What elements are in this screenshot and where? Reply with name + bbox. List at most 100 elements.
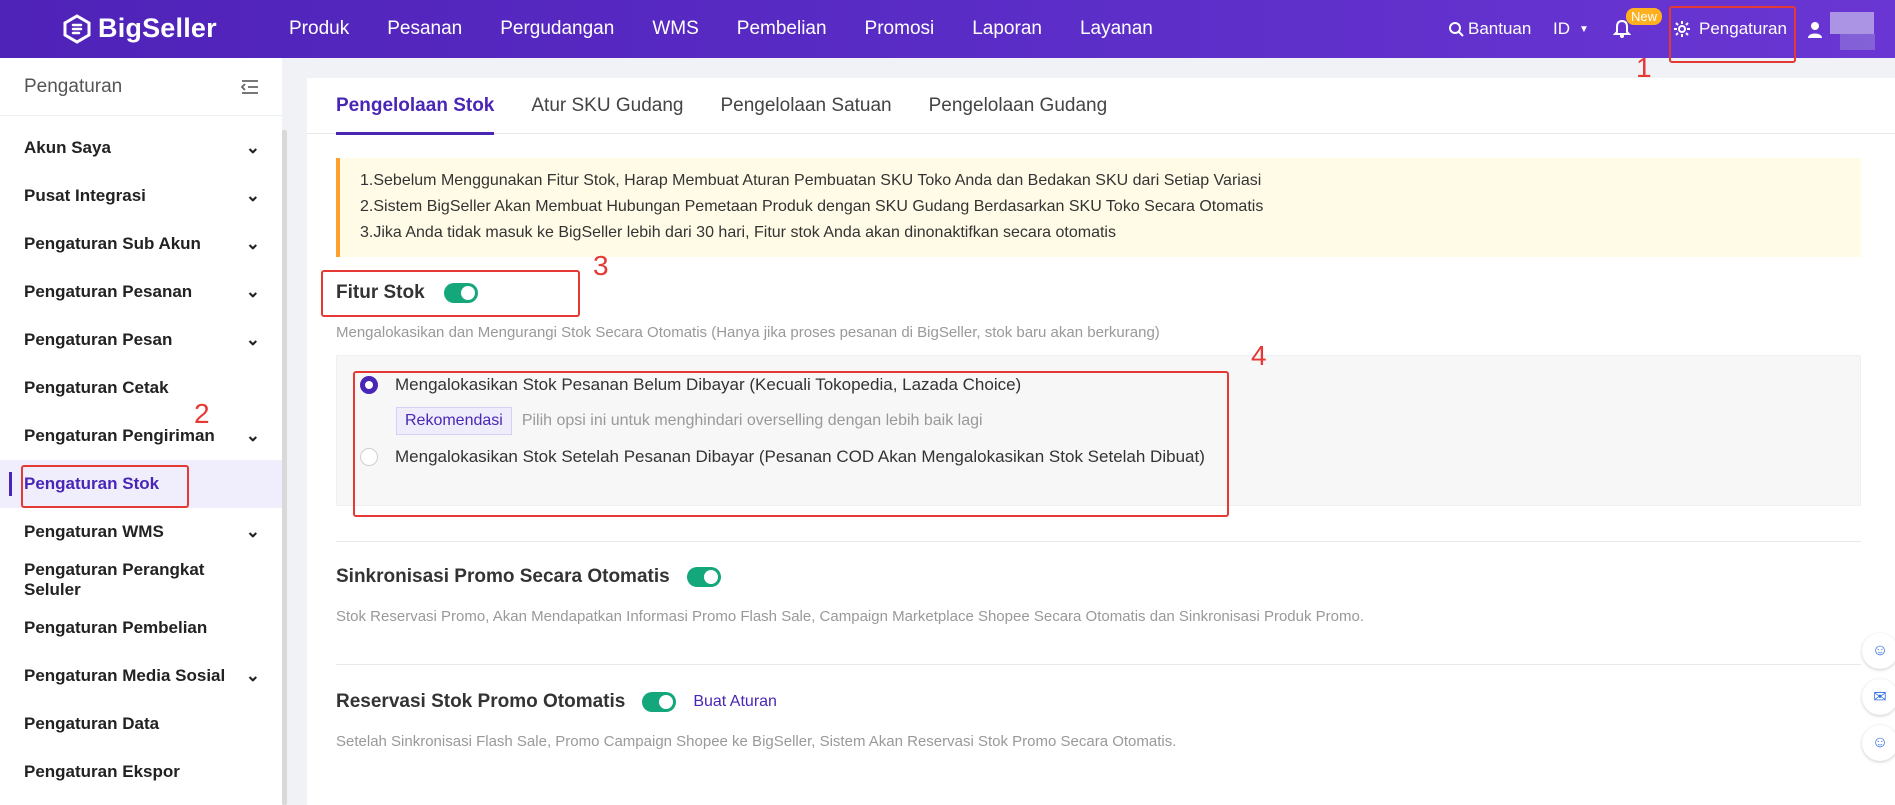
nav-pesanan[interactable]: Pesanan xyxy=(387,18,462,40)
promo-sync-toggle[interactable] xyxy=(686,567,721,587)
sidebar-item-pengiriman[interactable]: Pengaturan Pengiriman ⌄ xyxy=(0,412,282,460)
annotation-number-2: 2 xyxy=(194,398,210,429)
sidebar-item-pesanan[interactable]: Pengaturan Pesanan ⌄ xyxy=(0,268,282,316)
smile-icon: ☺ xyxy=(1871,734,1889,751)
settings-button[interactable]: Pengaturan xyxy=(1673,0,1787,58)
notice-line: 1.Sebelum Menggunakan Fitur Stok, Harap … xyxy=(360,172,1262,189)
language-label: ID xyxy=(1553,19,1570,38)
sidebar-item-cetak[interactable]: Pengaturan Cetak xyxy=(0,364,282,412)
recommendation-badge: Rekomendasi xyxy=(396,407,512,435)
chat-button[interactable]: ✉ xyxy=(1862,679,1895,715)
section-divider xyxy=(336,541,1861,542)
radio-selected[interactable] xyxy=(360,376,378,394)
feedback-button[interactable]: ☺ xyxy=(1862,725,1895,761)
nav-pergudangan[interactable]: Pergudangan xyxy=(500,18,614,40)
sidebar-item-stok[interactable]: Pengaturan Stok xyxy=(0,460,282,508)
settings-label: Pengaturan xyxy=(1699,19,1787,38)
help-label: Bantuan xyxy=(1468,19,1532,38)
nav-produk[interactable]: Produk xyxy=(289,18,349,40)
stock-feature-row: Fitur Stok xyxy=(336,282,478,304)
user-menu[interactable] xyxy=(1805,0,1825,58)
gear-icon xyxy=(1674,21,1690,37)
logo-text: BigSeller xyxy=(98,13,217,43)
chevron-down-icon: ⌄ xyxy=(245,522,260,541)
sidebar-item-label: Pusat Integrasi xyxy=(24,186,146,205)
chevron-down-icon: ⌄ xyxy=(245,330,260,349)
bigseller-logo[interactable]: BigSeller xyxy=(62,13,217,44)
search-icon xyxy=(1449,22,1464,37)
sidebar-header: Pengaturan xyxy=(0,58,282,116)
nav-pembelian[interactable]: Pembelian xyxy=(737,18,827,40)
floating-actions: ☺ ✉ ☺ xyxy=(1862,633,1895,771)
sidebar-item-label: Pengaturan Pembelian xyxy=(24,618,208,637)
nav-wms[interactable]: WMS xyxy=(652,18,698,40)
paid-order-option[interactable]: Mengalokasikan Stok Setelah Pesanan Diba… xyxy=(360,447,1205,467)
sidebar-item-pusat-integrasi[interactable]: Pusat Integrasi ⌄ xyxy=(0,172,282,220)
chevron-down-icon: ⌄ xyxy=(245,666,260,685)
sidebar-item-label: Pengaturan WMS xyxy=(24,522,164,541)
user-icon xyxy=(1808,22,1822,38)
nav-laporan[interactable]: Laporan xyxy=(972,18,1042,40)
sidebar-item-data[interactable]: Pengaturan Data xyxy=(0,700,282,748)
language-selector[interactable]: ID ▼ xyxy=(1553,0,1589,58)
sidebar-scrollbar[interactable] xyxy=(282,130,287,805)
chat-icon: ✉ xyxy=(1873,689,1887,706)
sidebar-menu: Akun Saya ⌄ Pusat Integrasi ⌄ Pengaturan S… xyxy=(0,116,282,796)
settings-sidebar: Pengaturan Akun Saya ⌄ Pusat Integrasi ⌄ P… xyxy=(0,58,282,805)
help-button[interactable]: Bantuan xyxy=(1448,0,1531,58)
sidebar-item-wms[interactable]: Pengaturan WMS ⌄ xyxy=(0,508,282,556)
chevron-down-icon: ⌄ xyxy=(245,282,260,301)
nav-promosi[interactable]: Promosi xyxy=(865,18,935,40)
collapse-sidebar-icon[interactable] xyxy=(240,79,260,95)
sidebar-item-label: Pengaturan Cetak xyxy=(24,378,169,397)
paid-order-option-label: Mengalokasikan Stok Setelah Pesanan Diba… xyxy=(395,447,1205,466)
sidebar-title: Pengaturan xyxy=(24,75,123,97)
chevron-down-icon: ⌄ xyxy=(245,234,260,253)
chevron-down-icon: ⌄ xyxy=(245,426,260,445)
promo-sync-row: Sinkronisasi Promo Secara Otomatis xyxy=(336,566,721,588)
promo-reservation-toggle[interactable] xyxy=(642,692,677,712)
main-nav: Produk Pesanan Pergudangan WMS Pembelian… xyxy=(289,0,1191,58)
sidebar-item-label: Pengaturan Data xyxy=(24,714,160,733)
sidebar-item-akun-saya[interactable]: Akun Saya ⌄ xyxy=(0,124,282,172)
sidebar-item-media-sosial[interactable]: Pengaturan Media Sosial ⌄ xyxy=(0,652,282,700)
tab-pengelolaan-stok[interactable]: Pengelolaan Stok xyxy=(336,78,495,135)
recommendation-text: Pilih opsi ini untuk menghindari oversel… xyxy=(521,412,983,429)
tab-pengelolaan-satuan[interactable]: Pengelolaan Satuan xyxy=(720,78,891,134)
stock-notice: 1.Sebelum Menggunakan Fitur Stok, Harap … xyxy=(336,158,1861,257)
stock-feature-toggle[interactable] xyxy=(443,283,478,303)
sidebar-item-sub-akun[interactable]: Pengaturan Sub Akun ⌄ xyxy=(0,220,282,268)
promo-sync-title: Sinkronisasi Promo Secara Otomatis xyxy=(336,566,670,587)
sidebar-item-label: Pengaturan Pesanan xyxy=(24,282,193,301)
sidebar-item-ekspor[interactable]: Pengaturan Ekspor xyxy=(0,748,282,796)
stock-feature-description: Mengalokasikan dan Mengurangi Stok Secar… xyxy=(336,324,1160,341)
annotation-number-3: 3 xyxy=(593,250,609,281)
tab-pengelolaan-gudang[interactable]: Pengelolaan Gudang xyxy=(929,78,1108,134)
sidebar-item-perangkat-seluler[interactable]: Pengaturan Perangkat Seluler xyxy=(0,556,282,604)
sidebar-item-label: Pengaturan Pesan xyxy=(24,330,173,349)
promo-reservation-title: Reservasi Stok Promo Otomatis xyxy=(336,691,626,712)
annotation-number-1: 1 xyxy=(1636,52,1652,83)
nav-layanan[interactable]: Layanan xyxy=(1080,18,1153,40)
tab-atur-sku-gudang[interactable]: Atur SKU Gudang xyxy=(531,78,683,134)
sidebar-item-pesan[interactable]: Pengaturan Pesan ⌄ xyxy=(0,316,282,364)
settings-tabs: Pengelolaan Stok Atur SKU Gudang Pengelo… xyxy=(307,78,1895,135)
create-rule-link[interactable]: Buat Aturan xyxy=(693,693,777,711)
masked-user-detail xyxy=(1840,34,1875,50)
sidebar-item-pembelian[interactable]: Pengaturan Pembelian xyxy=(0,604,282,652)
radio-unselected[interactable] xyxy=(360,448,378,466)
chevron-down-icon: ⌄ xyxy=(245,138,260,157)
caret-down-icon: ▼ xyxy=(1579,23,1589,35)
promo-reservation-row: Reservasi Stok Promo Otomatis Buat Atura… xyxy=(336,691,777,713)
stock-feature-title: Fitur Stok xyxy=(336,282,425,303)
sidebar-item-label: Pengaturan Media Sosial xyxy=(24,666,226,685)
stock-allocation-options: Mengalokasikan Stok Pesanan Belum Dibaya… xyxy=(336,355,1861,506)
unpaid-order-option[interactable]: Mengalokasikan Stok Pesanan Belum Dibaya… xyxy=(360,375,1021,395)
promo-sync-description: Stok Reservasi Promo, Akan Mendapatkan I… xyxy=(336,608,1364,625)
support-avatar[interactable]: ☺ xyxy=(1862,633,1895,669)
section-divider xyxy=(336,664,1861,665)
masked-user-name xyxy=(1830,12,1874,34)
avatar-icon: ☺ xyxy=(1871,642,1889,659)
sidebar-item-label: Pengaturan Perangkat Seluler xyxy=(24,560,205,599)
stock-settings-panel: Pengelolaan Stok Atur SKU Gudang Pengelo… xyxy=(307,78,1895,805)
